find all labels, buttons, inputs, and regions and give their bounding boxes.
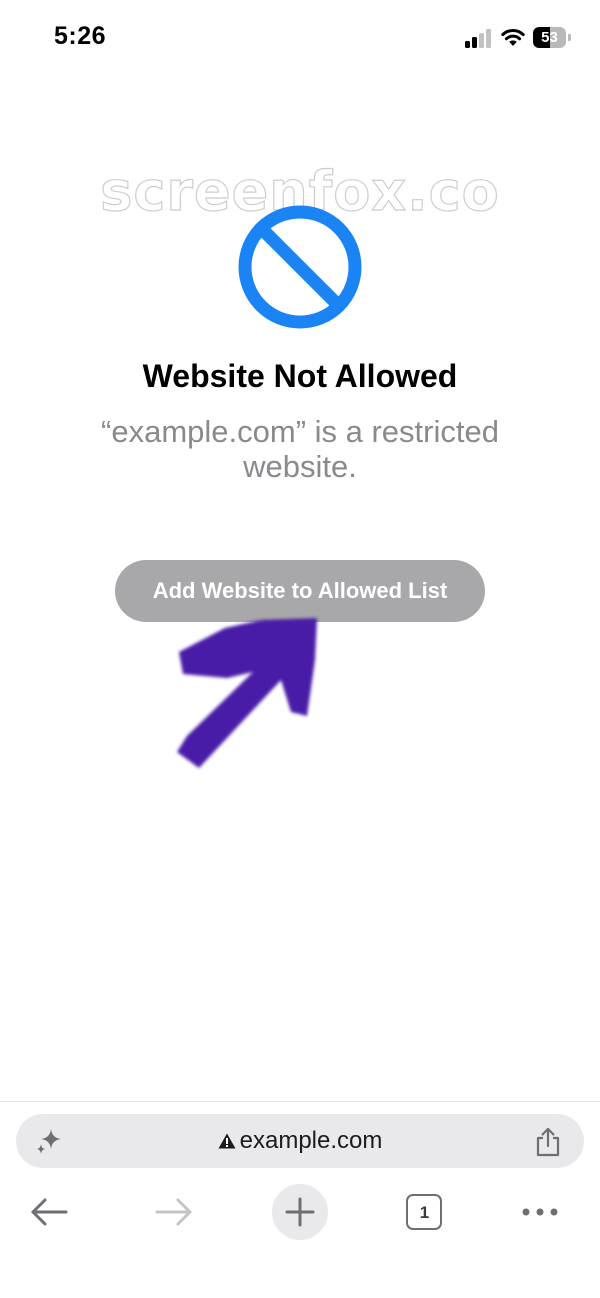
wifi-icon xyxy=(501,28,525,46)
page-title: Website Not Allowed xyxy=(142,358,458,394)
address-bar[interactable]: example.com xyxy=(16,1114,584,1168)
clock: 5:26 xyxy=(54,22,107,50)
forward-arrow-icon[interactable] xyxy=(153,1194,195,1230)
url-display[interactable]: example.com xyxy=(16,1114,584,1168)
prohibited-icon xyxy=(238,205,362,329)
battery-icon: 53 xyxy=(533,27,571,48)
more-icon[interactable] xyxy=(520,1200,560,1224)
restriction-message: “example.com” is a restricted website. xyxy=(101,414,499,484)
battery-percentage: 53 xyxy=(541,29,558,46)
cellular-signal-icon xyxy=(465,28,493,48)
toolbar-divider xyxy=(0,1101,600,1102)
plus-icon xyxy=(285,1197,315,1227)
new-tab-button[interactable] xyxy=(272,1184,328,1240)
tabs-button[interactable]: 1 xyxy=(406,1194,444,1232)
back-arrow-icon[interactable] xyxy=(28,1194,70,1230)
purple-arrow-annotation xyxy=(177,618,317,768)
warning-icon xyxy=(218,1133,236,1149)
share-icon[interactable] xyxy=(534,1127,562,1157)
status-bar: 5:26 53 xyxy=(0,0,600,80)
url-text: example.com xyxy=(239,1127,383,1154)
tab-count: 1 xyxy=(419,1203,430,1222)
